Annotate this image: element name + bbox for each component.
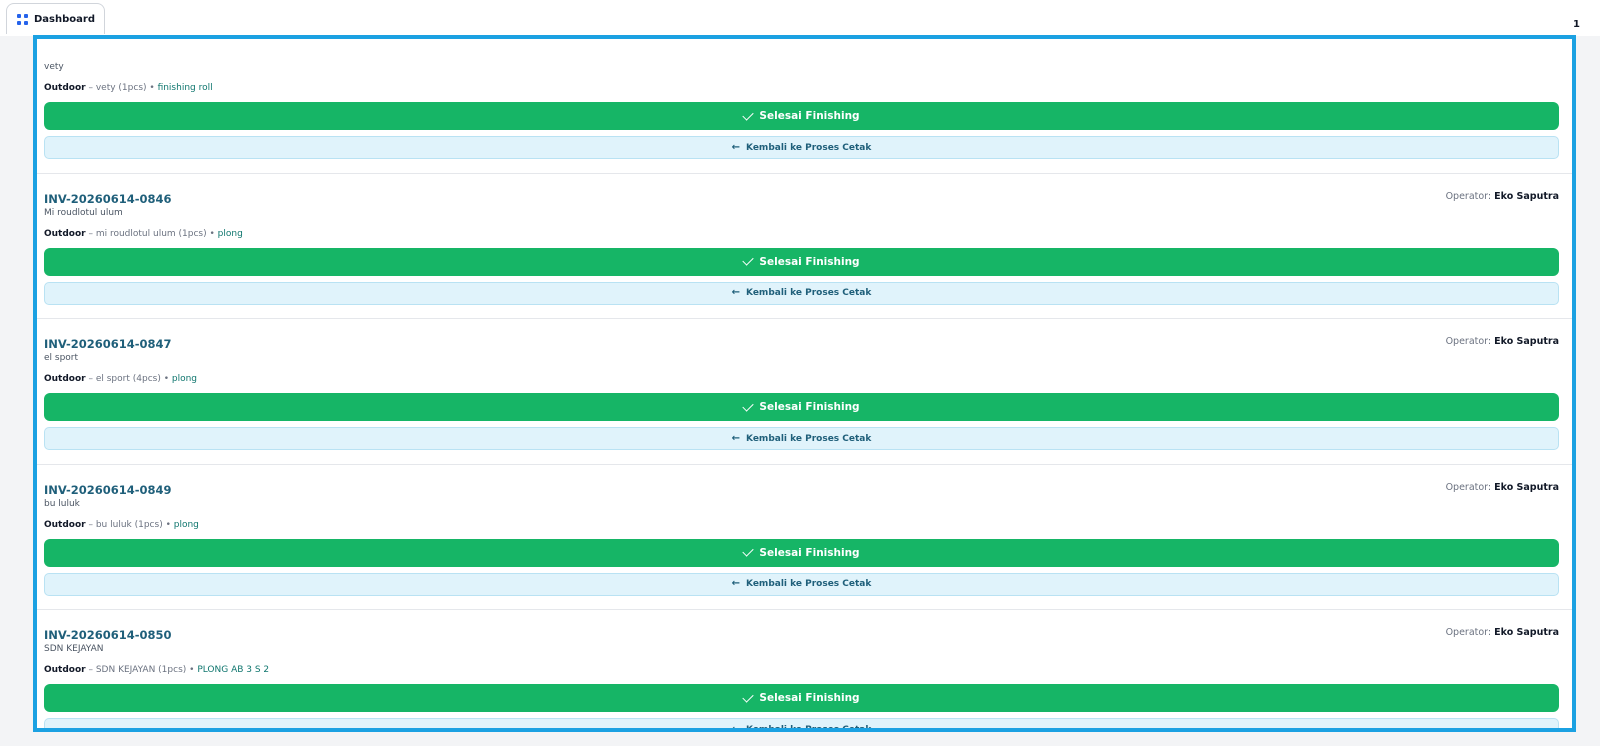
finish-button[interactable]: Selesai Finishing [44, 102, 1559, 130]
finishing-queue-panel: Operator: vety Outdoor – vety (1pcs) • f… [33, 35, 1576, 732]
finishing-type: plong [171, 374, 198, 384]
operator-info: Operator: Eko Saputra [1446, 627, 1559, 638]
order-list: Operator: vety Outdoor – vety (1pcs) • f… [37, 39, 1572, 732]
order-category: Outdoor [44, 83, 86, 93]
back-to-print-button[interactable]: ← Kembali ke Proses Cetak [44, 718, 1559, 732]
finishing-type: plong [173, 519, 199, 530]
finish-button[interactable]: Selesai Finishing [44, 393, 1559, 421]
finish-button-label: Selesai Finishing [759, 546, 860, 559]
customer-name: Mi roudlotul ulum [44, 207, 123, 218]
back-to-print-button[interactable]: ← Kembali ke Proses Cetak [44, 136, 1559, 159]
order-item: bu luluk (1pcs) [95, 519, 163, 530]
operator-info: Operator: Eko Saputra [1446, 336, 1559, 347]
operator-name: Eko Saputra [1494, 481, 1559, 493]
order-detail: Outdoor – el sport (4pcs) • plong [44, 374, 198, 384]
check-icon [742, 545, 755, 557]
invoice-number[interactable]: INV-20260614-0847 [44, 337, 172, 351]
operator-info: Operator: Eko Saputra [1446, 191, 1559, 202]
order-card: INV-20260614-0849 Operator: Eko Saputra … [37, 465, 1572, 610]
finish-button-label: Selesai Finishing [759, 692, 860, 704]
check-icon [742, 690, 755, 703]
finishing-type: finishing roll [157, 83, 213, 93]
order-item: vety (1pcs) [95, 83, 147, 93]
order-detail: Outdoor – SDN KEJAYAN (1pcs) • PLONG AB … [44, 665, 270, 675]
order-card: INV-20260614-0850 Operator: Eko Saputra … [37, 610, 1572, 732]
order-item: SDN KEJAYAN (1pcs) [95, 665, 187, 675]
operator-name: Eko Saputra [1494, 627, 1559, 638]
customer-name: SDN KEJAYAN [44, 644, 104, 654]
invoice-number[interactable]: INV-20260614-0850 [44, 628, 172, 642]
check-icon [742, 254, 755, 266]
back-button-label: Kembali ke Proses Cetak [746, 579, 872, 589]
grid-icon [17, 13, 28, 25]
invoice-number[interactable]: INV-20260614-0846 [44, 192, 172, 206]
operator-name: Eko Saputra [1494, 190, 1559, 202]
order-detail: Outdoor – mi roudlotul ulum (1pcs) • plo… [44, 228, 243, 239]
operator-label: Operator: [1445, 336, 1492, 347]
finish-button[interactable]: Selesai Finishing [44, 684, 1559, 712]
back-to-print-button[interactable]: ← Kembali ke Proses Cetak [44, 427, 1559, 450]
finish-button-label: Selesai Finishing [759, 110, 860, 122]
back-button-label: Kembali ke Proses Cetak [746, 724, 872, 732]
back-to-print-button[interactable]: ← Kembali ke Proses Cetak [44, 281, 1559, 305]
finishing-type: plong [217, 228, 243, 239]
arrow-left-icon: ← [731, 287, 741, 298]
arrow-left-icon: ← [731, 432, 741, 444]
order-detail: Outdoor – vety (1pcs) • finishing roll [44, 83, 213, 93]
back-to-print-button[interactable]: ← Kembali ke Proses Cetak [44, 572, 1559, 596]
back-button-label: Kembali ke Proses Cetak [746, 142, 872, 153]
arrow-left-icon: ← [731, 578, 741, 589]
operator-label: Operator: [1445, 481, 1492, 493]
invoice-number[interactable]: INV-20260614-0849 [44, 483, 172, 497]
arrow-left-icon: ← [731, 723, 741, 732]
operator-info: Operator: Eko Saputra [1446, 482, 1559, 493]
finish-button[interactable]: Selesai Finishing [44, 247, 1559, 276]
finish-button-label: Selesai Finishing [759, 255, 860, 268]
check-icon [742, 108, 755, 121]
order-card: INV-20260614-0847 Operator: Eko Saputra … [37, 319, 1572, 465]
order-category: Outdoor [44, 519, 86, 530]
operator-name: Eko Saputra [1494, 336, 1559, 347]
order-category: Outdoor [44, 228, 86, 239]
check-icon [742, 399, 755, 412]
order-category: Outdoor [44, 665, 86, 675]
page-number: 1 [1573, 19, 1580, 30]
customer-name: vety [44, 62, 64, 72]
finishing-type: PLONG AB 3 S 2 [197, 665, 270, 675]
back-button-label: Kembali ke Proses Cetak [746, 288, 872, 298]
arrow-left-icon: ← [731, 141, 741, 153]
order-detail: Outdoor – bu luluk (1pcs) • plong [44, 519, 199, 530]
order-category: Outdoor [44, 374, 86, 384]
customer-name: el sport [44, 353, 79, 363]
order-item: el sport (4pcs) [95, 374, 161, 384]
operator-label: Operator: [1445, 627, 1492, 638]
order-item: mi roudlotul ulum (1pcs) [95, 228, 207, 239]
operator-label: Operator: [1445, 190, 1492, 202]
customer-name: bu luluk [44, 498, 80, 509]
finish-button-label: Selesai Finishing [759, 401, 860, 413]
finish-button[interactable]: Selesai Finishing [44, 538, 1559, 567]
top-bar: Dashboard 1 [0, 0, 1600, 36]
order-card: Operator: vety Outdoor – vety (1pcs) • f… [37, 39, 1572, 174]
order-card: INV-20260614-0846 Operator: Eko Saputra … [37, 174, 1572, 319]
tab-label: Dashboard [34, 13, 95, 25]
tab-dashboard[interactable]: Dashboard [6, 3, 105, 34]
back-button-label: Kembali ke Proses Cetak [746, 433, 872, 444]
